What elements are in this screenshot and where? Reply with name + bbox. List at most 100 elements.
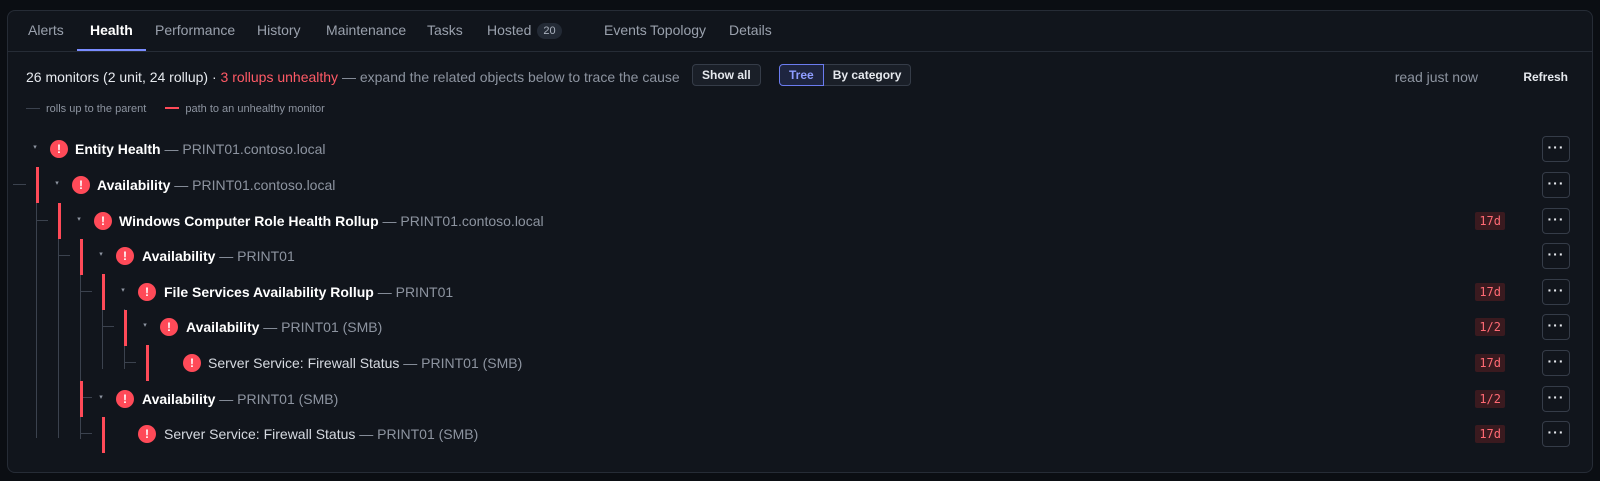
tab-maintenance[interactable]: Maintenance <box>313 11 419 51</box>
tab-label: History <box>257 22 301 38</box>
monitor-target: — PRINT01 <box>373 284 454 300</box>
monitor-target: — PRINT01.contoso.local <box>170 177 336 193</box>
monitor-target: — PRINT01.contoso.local <box>160 141 326 157</box>
monitor-label: Entity Health — PRINT01.contoso.local <box>75 131 326 167</box>
more-horizontal-icon[interactable]: ··· <box>1542 314 1570 340</box>
monitor-label: File Services Availability Rollup — PRIN… <box>164 274 453 310</box>
tree-row[interactable]: ! Server Service: Firewall Status — PRIN… <box>8 416 1592 452</box>
caret-down-icon[interactable]: ▾ <box>119 287 127 295</box>
more-horizontal-icon[interactable]: ··· <box>1542 350 1570 376</box>
monitor-name: File Services Availability Rollup <box>164 284 374 300</box>
monitor-name: Availability <box>97 177 171 193</box>
hosted-count-badge: 20 <box>537 23 562 39</box>
monitor-label: Server Service: Firewall Status — PRINT0… <box>164 416 478 452</box>
tree-row[interactable]: ▾ ! Availability — PRINT01.contoso.local… <box>8 167 1592 203</box>
more-horizontal-icon[interactable]: ··· <box>1542 421 1570 447</box>
tab-health[interactable]: Health <box>77 11 146 51</box>
more-horizontal-icon[interactable]: ··· <box>1542 172 1570 198</box>
unhealthy-count-text: 3 rollups unhealthy <box>220 69 339 85</box>
monitor-target: — PRINT01.contoso.local <box>378 213 544 229</box>
health-panel: Alerts Health Performance History Mainte… <box>7 10 1593 473</box>
legend: rolls up to the parent path to an unheal… <box>26 103 341 119</box>
tab-label: Health <box>90 22 133 38</box>
caret-down-icon[interactable]: ▾ <box>97 251 105 259</box>
tree-row[interactable]: ▾ ! Windows Computer Role Health Rollup … <box>8 203 1592 239</box>
tree-view-button[interactable]: Tree <box>779 64 824 86</box>
count-badge: 1/2 <box>1475 318 1505 336</box>
view-toggle: Tree By category <box>779 64 912 86</box>
tab-topology[interactable]: Topology <box>637 11 719 51</box>
caret-down-icon[interactable]: ▾ <box>75 216 83 224</box>
exclamation-icon: ! <box>138 283 156 301</box>
show-all-button[interactable]: Show all <box>692 64 761 86</box>
legend-rollup-label: rolls up to the parent <box>46 103 147 115</box>
monitor-label: Availability — PRINT01 (SMB) <box>142 381 338 417</box>
caret-down-icon[interactable]: ▾ <box>53 180 61 188</box>
refresh-button[interactable]: Refresh <box>1523 65 1568 89</box>
caret-down-icon[interactable]: ▾ <box>141 322 149 330</box>
exclamation-icon: ! <box>138 425 156 443</box>
legend-unhealthy-label: path to an unhealthy monitor <box>185 103 325 115</box>
monitor-name: Windows Computer Role Health Rollup <box>119 213 379 229</box>
tab-label: Performance <box>155 22 236 38</box>
tab-performance[interactable]: Performance <box>142 11 248 51</box>
tab-label: Details <box>729 22 772 38</box>
exclamation-icon: ! <box>183 354 201 372</box>
more-horizontal-icon[interactable]: ··· <box>1542 386 1570 412</box>
tab-history[interactable]: History <box>244 11 314 51</box>
age-badge: 17d <box>1475 283 1505 301</box>
tree-row[interactable]: ▾ ! Availability — PRINT01 (SMB) 1/2 ··· <box>8 381 1592 417</box>
tab-details[interactable]: Details <box>716 11 785 51</box>
monitor-name: Availability <box>142 391 216 407</box>
legend-item-rollup: rolls up to the parent <box>26 103 146 115</box>
tree-row[interactable]: ▾ ! Entity Health — PRINT01.contoso.loca… <box>8 131 1592 167</box>
monitor-target: — PRINT01 (SMB) <box>355 426 479 442</box>
tab-alerts[interactable]: Alerts <box>15 11 77 51</box>
exclamation-icon: ! <box>116 247 134 265</box>
exclamation-icon: ! <box>94 212 112 230</box>
more-horizontal-icon[interactable]: ··· <box>1542 279 1570 305</box>
summary-hint-text: — expand the related objects below to tr… <box>338 69 680 85</box>
tab-hosted[interactable]: Hosted 20 <box>474 11 575 51</box>
exclamation-icon: ! <box>116 390 134 408</box>
caret-down-icon[interactable]: ▾ <box>97 394 105 402</box>
count-badge: 1/2 <box>1475 390 1505 408</box>
monitor-target: — PRINT01 <box>215 248 295 264</box>
tab-label: Topology <box>650 22 707 38</box>
last-read-time: read just now <box>1394 69 1478 85</box>
more-horizontal-icon[interactable]: ··· <box>1542 136 1570 162</box>
monitor-label: Server Service: Firewall Status — PRINT0… <box>208 345 522 381</box>
more-horizontal-icon[interactable]: ··· <box>1542 208 1570 234</box>
monitor-label: Availability — PRINT01.contoso.local <box>97 167 335 203</box>
monitor-target: — PRINT01 (SMB) <box>399 355 523 371</box>
tab-label: Maintenance <box>326 22 407 38</box>
tab-label: Tasks <box>427 22 463 38</box>
tab-bar: Alerts Health Performance History Mainte… <box>8 11 1592 52</box>
age-badge: 17d <box>1475 425 1505 443</box>
grey-line-swatch <box>26 108 40 109</box>
tab-tasks[interactable]: Tasks <box>414 11 476 51</box>
tree-row[interactable]: ▾ ! File Services Availability Rollup — … <box>8 274 1592 310</box>
monitor-count-text: 26 monitors (2 unit, 24 rollup) · <box>26 69 221 85</box>
by-category-button[interactable]: By category <box>823 64 912 86</box>
more-horizontal-icon[interactable]: ··· <box>1542 243 1570 269</box>
tab-label: Alerts <box>28 22 64 38</box>
exclamation-icon: ! <box>160 318 178 336</box>
monitor-label: Availability — PRINT01 <box>142 238 295 274</box>
legend-item-unhealthy-path: path to an unhealthy monitor <box>165 103 325 115</box>
health-tree: ▾ ! Entity Health — PRINT01.contoso.loca… <box>8 131 1592 471</box>
caret-down-icon[interactable]: ▾ <box>31 144 39 152</box>
red-line-swatch <box>165 107 180 109</box>
monitor-target: — PRINT01 (SMB) <box>259 319 383 335</box>
exclamation-icon: ! <box>72 176 90 194</box>
monitor-name: Entity Health <box>75 141 161 157</box>
tree-row[interactable]: ▾ ! Availability — PRINT01 (SMB) 1/2 ··· <box>8 309 1592 345</box>
tree-row[interactable]: ! Server Service: Firewall Status — PRIN… <box>8 345 1592 381</box>
tab-label: Hosted <box>487 22 532 38</box>
tree-row[interactable]: ▾ ! Availability — PRINT01 ··· <box>8 238 1592 274</box>
exclamation-icon: ! <box>50 140 68 158</box>
age-badge: 17d <box>1475 354 1505 372</box>
age-badge: 17d <box>1475 212 1505 230</box>
monitor-name: Availability <box>142 248 216 264</box>
monitor-label: Availability — PRINT01 (SMB) <box>186 309 382 345</box>
